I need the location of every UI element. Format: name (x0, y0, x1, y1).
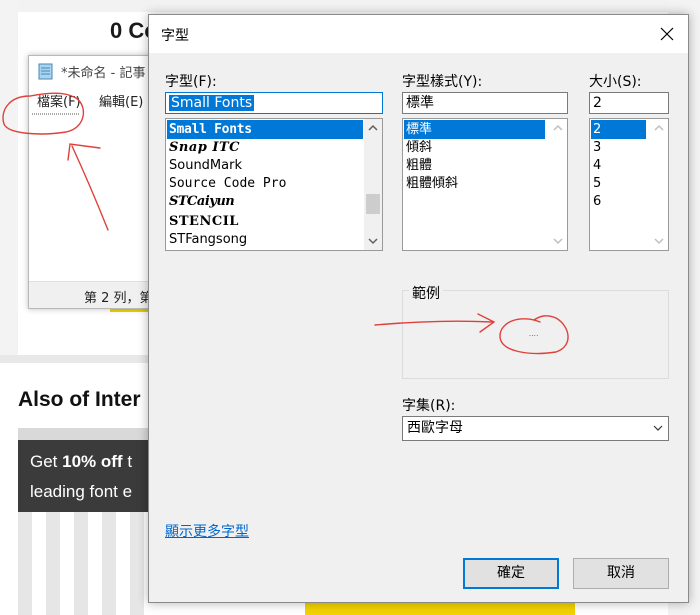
size-list-scrollbar[interactable] (650, 119, 668, 250)
notepad-icon (38, 63, 53, 80)
scroll-down-icon[interactable] (650, 232, 668, 250)
notepad-menubar: 檔案(F) 編輯(E) (29, 88, 151, 110)
font-label: 字型(F): (165, 74, 217, 90)
scroll-down-icon[interactable] (364, 232, 382, 250)
menu-edit[interactable]: 編輯(E) (99, 91, 143, 110)
font-item-stencil[interactable]: STENCIL (167, 212, 239, 231)
style-item-bold[interactable]: 粗體 (404, 156, 432, 175)
size-list[interactable]: 2 3 4 5 6 (589, 118, 669, 251)
style-list[interactable]: 標準 傾斜 粗體 粗體傾斜 (402, 118, 568, 251)
dialog-title: 字型 (161, 28, 189, 44)
size-item-2[interactable]: 2 (591, 120, 646, 139)
size-input[interactable]: 2 (589, 92, 669, 114)
scroll-thumb[interactable] (366, 194, 380, 214)
promo-line-2: leading font e (30, 482, 133, 501)
charset-value: 西歐字母 (407, 420, 463, 436)
font-dialog: 字型 字型(F): Small Fonts Small Fonts Snap I… (148, 14, 689, 603)
status-position: 第 2 列，第 (84, 291, 153, 306)
show-more-fonts-link[interactable]: 顯示更多字型 (165, 521, 249, 541)
page-top-strip (0, 0, 700, 12)
font-item-snap-itc[interactable]: Snap ITC (167, 138, 240, 157)
thumbnail-image (18, 512, 148, 615)
close-icon (660, 27, 674, 41)
font-item-small-fonts[interactable]: Small Fonts (167, 120, 363, 139)
font-list-scrollbar[interactable] (364, 119, 382, 250)
ok-button[interactable]: 確定 (463, 558, 559, 589)
notepad-titlebar[interactable]: *未命名 - 記事 (29, 56, 151, 88)
font-item-source-code-pro[interactable]: Source Code Pro (167, 174, 286, 193)
menu-file[interactable]: 檔案(F) (37, 91, 81, 110)
yellow-image-strip (305, 603, 575, 615)
size-label: 大小(S): (589, 74, 642, 90)
promo-line-1: Get 10% off t (30, 452, 133, 471)
font-input[interactable]: Small Fonts (165, 92, 383, 114)
cancel-button[interactable]: 取消 (573, 558, 669, 589)
style-list-scrollbar[interactable] (549, 119, 567, 250)
charset-select[interactable]: 西歐字母 (402, 416, 669, 441)
notepad-statusbar: 第 2 列，第 (29, 281, 153, 308)
notepad-title: *未命名 - 記事 (61, 66, 146, 81)
promo-banner[interactable]: Get 10% off t leading font e (18, 440, 148, 512)
also-of-interest-heading: Also of Inter (18, 388, 141, 411)
size-item-5[interactable]: 5 (591, 174, 601, 193)
font-input-value: Small Fonts (169, 95, 255, 111)
style-item-italic[interactable]: 傾斜 (404, 138, 432, 157)
charset-label: 字集(R): (402, 398, 456, 414)
font-item-soundmark[interactable]: SoundMark (167, 156, 242, 175)
scroll-up-icon[interactable] (549, 119, 567, 137)
sample-label: 範例 (409, 283, 443, 303)
sample-preview-text: .... (529, 331, 539, 338)
font-item-stfangsong[interactable]: STFangsong (167, 230, 247, 249)
scroll-up-icon[interactable] (364, 119, 382, 137)
font-list[interactable]: Small Fonts Snap ITC SoundMark Source Co… (165, 118, 383, 251)
scroll-up-icon[interactable] (650, 119, 668, 137)
chevron-down-icon (653, 425, 663, 431)
size-item-6[interactable]: 6 (591, 192, 601, 211)
section-divider (0, 355, 148, 363)
font-item-stcaiyun[interactable]: STCaiyun (167, 192, 235, 211)
style-input[interactable]: 標準 (402, 92, 568, 114)
scroll-down-icon[interactable] (549, 232, 567, 250)
page-left-margin (0, 0, 18, 355)
thumbnail-strip (18, 428, 148, 440)
notepad-window: *未命名 - 記事 檔案(F) 編輯(E) 第 2 列，第 (28, 55, 153, 309)
close-button[interactable] (652, 19, 682, 49)
style-label: 字型樣式(Y): (402, 74, 483, 90)
size-item-4[interactable]: 4 (591, 156, 601, 175)
style-item-regular[interactable]: 標準 (404, 120, 545, 139)
style-item-bold-italic[interactable]: 粗體傾斜 (404, 174, 458, 193)
size-item-3[interactable]: 3 (591, 138, 601, 157)
dialog-titlebar[interactable]: 字型 (149, 15, 688, 53)
